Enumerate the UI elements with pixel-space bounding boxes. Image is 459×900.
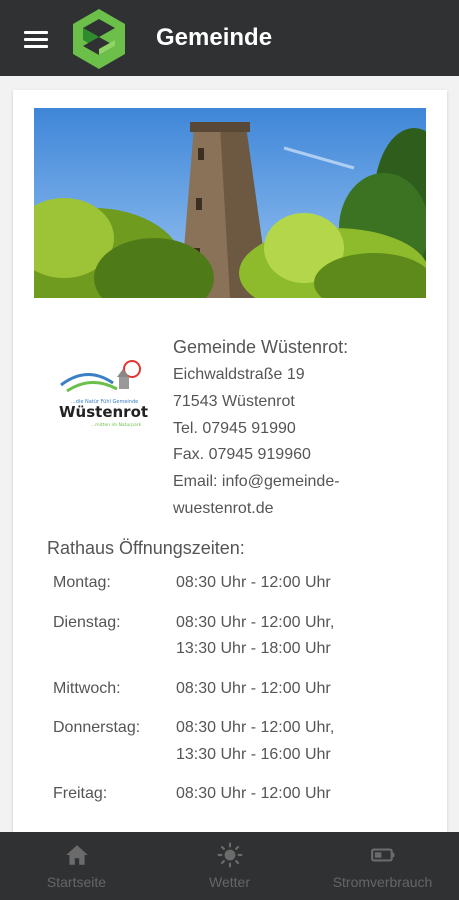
contact-fax: Fax. 07945 919960 (173, 446, 311, 464)
contact-phone[interactable]: Tel. 07945 91990 (173, 416, 348, 443)
hours-day: Mittwoch: (53, 679, 121, 697)
wooden-tower-photo (34, 108, 426, 298)
hours-day: Dienstag: (53, 613, 121, 631)
contact-email-line2[interactable]: wuestenrot.de (173, 496, 348, 523)
hours-row: Montag: 08:30 Uhr - 12:00 Uhr (53, 570, 413, 597)
hours-row: Dienstag: 08:30 Uhr - 12:00 Uhr, 13:30 U… (53, 610, 413, 663)
hours-day: Donnerstag: (53, 719, 141, 736)
content-card: ...die Natür Fühl Gemeinde Wüstenrot ...… (13, 90, 447, 850)
contact-heading: Gemeinde Wüstenrot: (173, 337, 349, 357)
logo-subline: ...mitten im Naturpark (91, 422, 142, 428)
municipality-logo: ...die Natür Fühl Gemeinde Wüstenrot ...… (59, 360, 148, 428)
battery-icon (370, 848, 394, 862)
home-icon (65, 845, 88, 865)
contact-street: Eichwaldstraße 19 (173, 366, 305, 383)
logo-name: Wüstenrot (59, 403, 148, 421)
hours-time: 08:30 Uhr - 12:00 Uhr (176, 574, 331, 591)
sun-icon (217, 842, 242, 868)
opening-hours-list: Montag: 08:30 Uhr - 12:00 Uhr Dienstag: … (53, 570, 413, 821)
contact-block: Gemeinde Wüstenrot: Eichwaldstraße 19 71… (173, 334, 348, 523)
app-bar: Gemeinde (0, 0, 459, 76)
hours-row: Freitag: 08:30 Uhr - 12:00 Uhr (53, 781, 413, 808)
hours-day: Montag: (53, 574, 111, 591)
nav-item-wetter[interactable]: Wetter (153, 832, 306, 900)
hours-time: 08:30 Uhr - 12:00 Uhr, 13:30 Uhr - 18:00… (176, 613, 335, 658)
nav-item-startseite[interactable]: Startseite (0, 832, 153, 900)
contact-email-line1[interactable]: Email: info@gemeinde- (173, 469, 348, 496)
hours-time: 08:30 Uhr - 12:00 Uhr (176, 679, 331, 697)
hours-row: Mittwoch: 08:30 Uhr - 12:00 Uhr (53, 676, 413, 703)
nav-label-startseite: Startseite (46, 874, 107, 890)
hours-title: Rathaus Öffnungszeiten: (47, 538, 245, 558)
page-title: Gemeinde (156, 24, 273, 51)
hours-time: 08:30 Uhr - 12:00 Uhr (176, 785, 331, 802)
hamburger-menu-icon[interactable] (20, 25, 52, 53)
hours-day: Freitag: (53, 785, 108, 802)
nav-label-wetter: Wetter (209, 874, 250, 890)
bottom-navigation: Startseite Wetter Stromverbrauch (0, 832, 459, 900)
nav-label-stromverbrauch: Stromverbrauch (332, 874, 433, 890)
hours-row: Donnerstag: 08:30 Uhr - 12:00 Uhr, 13:30… (53, 715, 413, 768)
hours-time: 08:30 Uhr - 12:00 Uhr, 13:30 Uhr - 16:00… (176, 719, 335, 763)
contact-city: 71543 Wüstenrot (173, 392, 295, 410)
app-logo-icon (73, 9, 125, 69)
nav-item-stromverbrauch[interactable]: Stromverbrauch (306, 832, 459, 900)
